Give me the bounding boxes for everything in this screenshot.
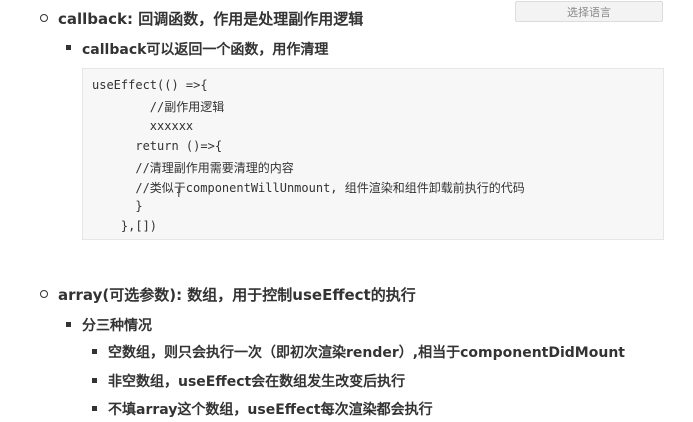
code-line: useEffect(() =>{: [92, 78, 208, 92]
array-case-item: 非空数组，useEffect会在数组发生改变后执行: [108, 374, 406, 390]
code-block: useEffect(() =>{ //副作用逻辑 xxxxxx return (…: [82, 68, 664, 240]
bullet-square-icon: [66, 45, 71, 50]
code-line: }: [92, 199, 143, 213]
code-line: return ()=>{: [92, 139, 223, 153]
array-subitem: 分三种情况: [82, 318, 152, 334]
code-line: //类似于componentWillUnmount, 组件渲染和组件卸载前执行的…: [92, 181, 525, 195]
callback-subitem: callback可以返回一个函数，用作清理: [82, 42, 329, 58]
bullet-circle-icon: [40, 14, 48, 22]
code-line: },[]): [92, 219, 158, 233]
text-cursor-icon: I: [177, 186, 181, 200]
array-case-item: 不填array这个数组，useEffect每次渲染都会执行: [108, 402, 433, 418]
callback-heading: callback: 回调函数，作用是处理副作用逻辑: [58, 10, 364, 28]
bullet-circle-icon: [40, 290, 48, 298]
bullet-square-icon: [92, 406, 97, 411]
code-line: xxxxxx: [92, 119, 194, 133]
bullet-square-icon: [92, 349, 97, 354]
language-select-button[interactable]: 选择语言: [515, 1, 663, 22]
code-line: //清理副作用需要清理的内容: [92, 161, 294, 175]
bullet-square-icon: [92, 378, 97, 383]
array-heading: array(可选参数): 数组，用于控制useEffect的执行: [58, 286, 416, 304]
code-line: //副作用逻辑: [92, 100, 225, 114]
bullet-square-icon: [66, 322, 71, 327]
array-case-item: 空数组，则只会执行一次（即初次渲染render）,相当于componentDid…: [108, 345, 625, 361]
